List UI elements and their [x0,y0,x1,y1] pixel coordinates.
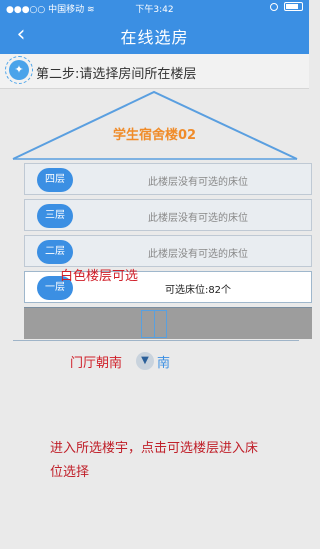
floor-badge: 四层 [37,168,73,192]
available-floor-note: 白色楼层可选 [60,269,139,284]
instruction-note: 进入所选楼宇，点击可选楼层进入床位选择 [50,441,259,480]
header-bar: ●●●○○ 中国移动 ≋ 下午3:42 ‹ 在线选房 [0,0,309,54]
compass-arrow-icon: ▼ [136,352,154,370]
step-label: 第二步:请选择房间所在楼层 [36,67,197,82]
direction-label: 南 [157,356,171,371]
alarm-icon [270,2,279,11]
floor-badge: 三层 [37,204,73,228]
status-bar: ●●●○○ 中国移动 ≋ 下午3:42 [0,0,309,17]
floor-status: 此楼层没有可选的床位 [148,177,248,188]
status-time: 下午3:42 [135,5,174,15]
ground-line [13,340,299,341]
floor-badge: 二层 [37,240,73,264]
floor-row-2: 二层 此楼层没有可选的床位 [24,235,312,267]
step-banner: ✦ 第二步:请选择房间所在楼层 [0,54,309,89]
floor-row-3: 三层 此楼层没有可选的床位 [24,199,312,231]
building-name: 学生宿舍楼02 [112,128,197,143]
floor-status: 此楼层没有可选的床位 [148,249,248,260]
status-icons [270,2,303,12]
door-icon [141,310,167,338]
page-title: 在线选房 [120,28,189,47]
lightbulb-icon: ✦ [5,56,33,84]
building-lobby [24,307,312,339]
entrance-label: 门厅朝南 [70,356,123,371]
floor-status: 此楼层没有可选的床位 [148,213,248,224]
battery-icon [284,2,303,11]
floor-row-4: 四层 此楼层没有可选的床位 [24,163,312,195]
